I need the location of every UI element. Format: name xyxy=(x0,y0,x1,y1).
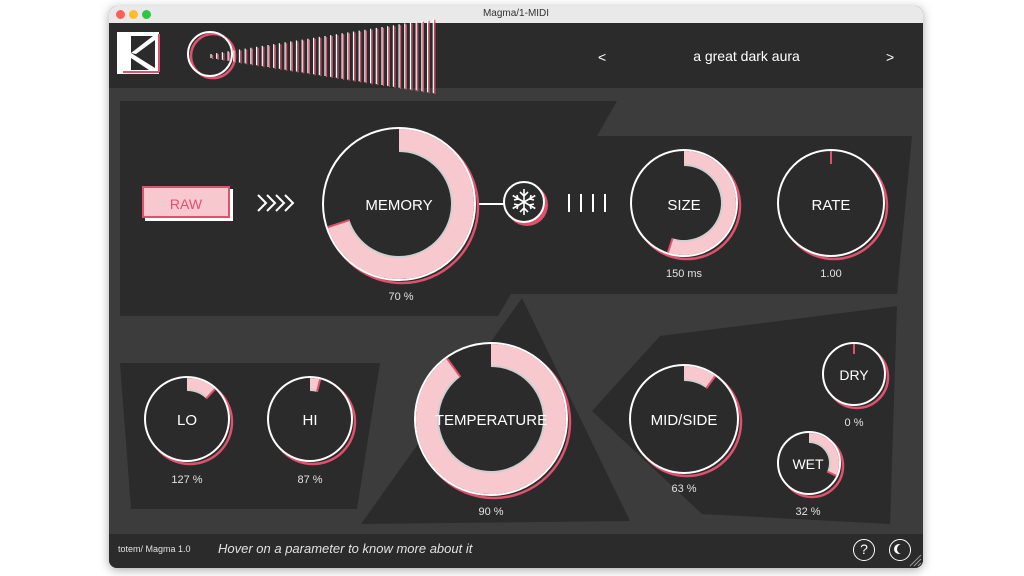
hint-text: Hover on a parameter to know more about … xyxy=(218,541,473,556)
rate-value: 1.00 xyxy=(820,268,842,280)
rate-knob[interactable]: RATE xyxy=(778,197,884,214)
dry-knob[interactable]: DRY xyxy=(819,367,889,383)
hi-knob[interactable]: HI xyxy=(268,412,352,429)
memory-value: 70 % xyxy=(388,291,414,303)
lo-value: 127 % xyxy=(171,474,203,486)
raw-button[interactable]: RAW xyxy=(142,186,230,218)
midside-knob[interactable]: MID/SIDE xyxy=(629,412,739,429)
temperature-knob[interactable]: TEMPERATURE xyxy=(412,412,570,429)
memory-knob[interactable]: MEMORY xyxy=(324,197,474,214)
midside-value: 63 % xyxy=(671,483,697,495)
hi-value-arc-edge xyxy=(309,389,318,392)
theme-toggle-button[interactable] xyxy=(889,539,911,561)
size-knob[interactable]: SIZE xyxy=(631,197,737,214)
moon-icon xyxy=(897,544,907,554)
help-button[interactable]: ? xyxy=(853,539,875,561)
brand-label: totem/ Magma 1.0 xyxy=(118,544,191,554)
logo-icon xyxy=(117,32,160,74)
plugin-window: Magma/1-MIDI < a great dark aura > RAW M… xyxy=(109,6,923,568)
hi-value: 87 % xyxy=(297,474,323,486)
dry-value: 0 % xyxy=(844,417,864,429)
wet-knob[interactable]: WET xyxy=(773,456,843,472)
preset-name[interactable]: a great dark aura xyxy=(649,48,844,64)
wet-value: 32 % xyxy=(795,506,821,518)
next-preset-button[interactable]: > xyxy=(886,49,894,65)
level-meter xyxy=(187,18,436,95)
prev-preset-button[interactable]: < xyxy=(598,49,606,65)
lo-knob[interactable]: LO xyxy=(145,412,229,429)
temperature-value: 90 % xyxy=(478,506,504,518)
size-value: 150 ms xyxy=(665,268,703,280)
hi-value-arc xyxy=(309,378,321,391)
